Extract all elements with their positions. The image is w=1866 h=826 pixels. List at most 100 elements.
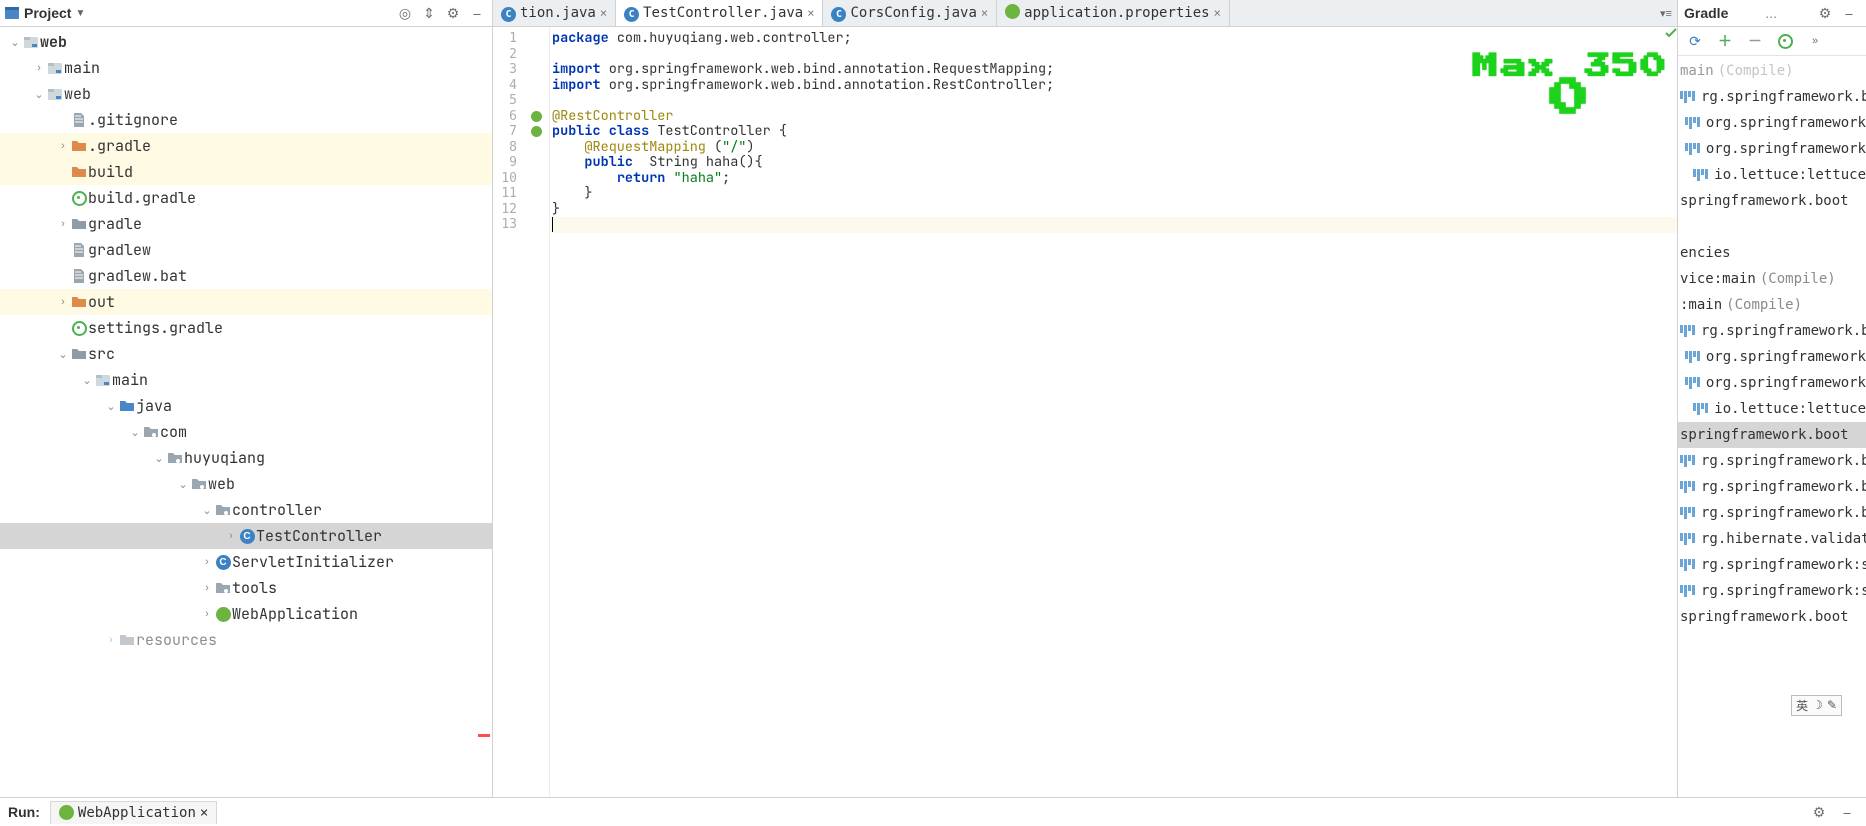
gradle-tree-row[interactable]: :main (Compile) <box>1678 292 1866 318</box>
gradle-tree[interactable]: main (Compile)rg.springframework.borg.sp… <box>1678 56 1866 797</box>
tree-arrow-icon[interactable]: › <box>104 634 118 646</box>
hide-icon[interactable]: ⎯ <box>466 2 488 24</box>
tree-arrow-icon[interactable]: › <box>200 582 214 594</box>
gradle-tree-row[interactable]: encies <box>1678 240 1866 266</box>
gradle-tree-row[interactable]: rg.springframework:s <box>1678 578 1866 604</box>
gradle-tree-row[interactable]: springframework.boot <box>1678 188 1866 214</box>
editor-tab[interactable]: CCorsConfig.java× <box>823 0 997 26</box>
gradle-tree-row[interactable]: main (Compile) <box>1678 58 1866 84</box>
tree-row[interactable]: ›main <box>0 55 492 81</box>
project-tree[interactable]: ⌄web›main⌄web.gitignore›.gradlebuildbuil… <box>0 27 492 797</box>
tree-arrow-icon[interactable]: ⌄ <box>128 426 142 439</box>
editor-tabs: Ction.java×CTestController.java×CCorsCon… <box>493 0 1677 27</box>
editor-tab[interactable]: application.properties× <box>997 0 1230 26</box>
tree-row[interactable]: ⌄controller <box>0 497 492 523</box>
tree-row[interactable]: ›WebApplication <box>0 601 492 627</box>
tree-arrow-icon[interactable]: › <box>200 556 214 568</box>
gradle-tree-row[interactable]: io.lettuce:lettuce <box>1678 396 1866 422</box>
tree-row[interactable]: gradlew <box>0 237 492 263</box>
tree-row[interactable]: ›CTestController <box>0 523 492 549</box>
close-icon[interactable]: × <box>981 6 988 20</box>
library-icon <box>1680 455 1695 467</box>
gradle-tree-row[interactable]: rg.springframework.b <box>1678 448 1866 474</box>
tree-row[interactable]: settings.gradle <box>0 315 492 341</box>
tree-row[interactable]: ⌄web <box>0 81 492 107</box>
tree-arrow-icon[interactable]: ⌄ <box>80 374 94 387</box>
run-config-tab[interactable]: WebApplication × <box>50 801 217 824</box>
gradle-tree-row[interactable]: org.springframework <box>1678 370 1866 396</box>
tree-row[interactable]: .gitignore <box>0 107 492 133</box>
tree-row[interactable]: ⌄java <box>0 393 492 419</box>
tree-arrow-icon[interactable]: ⌄ <box>32 88 46 101</box>
gradle-tree-row[interactable]: org.springframework <box>1678 110 1866 136</box>
tree-arrow-icon[interactable]: ⌄ <box>56 348 70 361</box>
tree-row[interactable]: ⌄com <box>0 419 492 445</box>
gradle-tree-row[interactable]: org.springframework <box>1678 344 1866 370</box>
gradle-tree-row[interactable]: io.lettuce:lettuce <box>1678 162 1866 188</box>
gradle-panel-title[interactable]: Gradle <box>1684 5 1728 21</box>
tree-arrow-icon[interactable]: ⌄ <box>104 400 118 413</box>
tree-arrow-icon[interactable]: › <box>56 140 70 152</box>
tree-label: gradlew.bat <box>88 266 187 286</box>
tree-arrow-icon[interactable]: ⌄ <box>200 504 214 517</box>
tree-arrow-icon[interactable]: › <box>224 530 238 542</box>
gradle-tree-row[interactable]: vice:main (Compile) <box>1678 266 1866 292</box>
add-icon[interactable]: ＋ <box>1714 30 1736 52</box>
tree-row[interactable]: build.gradle <box>0 185 492 211</box>
tree-row[interactable]: ›resources <box>0 627 492 653</box>
tree-row[interactable]: ⌄web <box>0 29 492 55</box>
expand-all-icon[interactable]: ⇕ <box>418 2 440 24</box>
gradle-tree-row[interactable]: rg.springframework.b <box>1678 500 1866 526</box>
gradle-tree-row[interactable]: springframework.boot <box>1678 422 1866 448</box>
remove-icon[interactable]: － <box>1744 30 1766 52</box>
hide-icon[interactable]: ⎯ <box>1836 801 1858 823</box>
tree-arrow-icon[interactable]: › <box>32 62 46 74</box>
tree-row[interactable]: ⌄web <box>0 471 492 497</box>
tree-row[interactable]: build <box>0 159 492 185</box>
tree-row[interactable]: ›CServletInitializer <box>0 549 492 575</box>
tree-arrow-icon[interactable]: ⌄ <box>176 478 190 491</box>
hide-icon[interactable]: ⎯ <box>1838 2 1860 24</box>
ime-indicator[interactable]: 英☽✎ <box>1791 695 1842 716</box>
tree-arrow-icon[interactable]: › <box>200 608 214 620</box>
close-icon[interactable]: × <box>1214 6 1221 20</box>
tree-row[interactable]: ›out <box>0 289 492 315</box>
gear-icon[interactable]: ⚙ <box>442 2 464 24</box>
tree-row[interactable]: ⌄main <box>0 367 492 393</box>
tree-row[interactable]: ⌄huyuqiang <box>0 445 492 471</box>
gradle-tree-row[interactable] <box>1678 214 1866 240</box>
gradle-exec-icon[interactable] <box>1774 30 1796 52</box>
tree-arrow-icon[interactable]: ⌄ <box>152 452 166 465</box>
tree-row[interactable]: ›tools <box>0 575 492 601</box>
tree-arrow-icon[interactable]: ⌄ <box>8 36 22 49</box>
gradle-tree-row[interactable]: rg.springframework.b <box>1678 474 1866 500</box>
gear-icon[interactable]: ⚙ <box>1808 801 1830 823</box>
locate-icon[interactable]: ◎ <box>394 2 416 24</box>
close-icon[interactable]: × <box>200 805 208 821</box>
gradle-tree-row[interactable]: rg.springframework.b <box>1678 318 1866 344</box>
gear-icon[interactable]: ⚙ <box>1814 2 1836 24</box>
gradle-tree-row[interactable]: rg.hibernate.validat <box>1678 526 1866 552</box>
gradle-tree-row[interactable]: rg.springframework.b <box>1678 84 1866 110</box>
gradle-tree-row[interactable]: springframework.boot <box>1678 604 1866 630</box>
expand-icon[interactable]: » <box>1804 30 1826 52</box>
project-panel-title[interactable]: Project ▼ <box>4 5 85 21</box>
editor-tab[interactable]: Ction.java× <box>493 0 616 26</box>
gradle-tree-row[interactable]: org.springframework <box>1678 136 1866 162</box>
tree-row[interactable]: ⌄src <box>0 341 492 367</box>
tabs-dropdown-icon[interactable]: ▾≡ <box>1655 2 1677 24</box>
tree-arrow-icon[interactable]: › <box>56 296 70 308</box>
tree-row[interactable]: gradlew.bat <box>0 263 492 289</box>
close-icon[interactable]: × <box>807 6 814 20</box>
refresh-icon[interactable]: ⟳ <box>1684 30 1706 52</box>
tree-arrow-icon[interactable]: › <box>56 218 70 230</box>
error-stripe[interactable] <box>1665 27 1677 797</box>
editor-tab[interactable]: CTestController.java× <box>616 0 823 26</box>
spring-gutter-icon[interactable] <box>531 111 542 122</box>
tree-row[interactable]: ›.gradle <box>0 133 492 159</box>
spring-gutter-icon[interactable] <box>531 126 542 137</box>
close-icon[interactable]: × <box>600 6 607 20</box>
gradle-tree-row[interactable]: rg.springframework:s <box>1678 552 1866 578</box>
tree-row[interactable]: ›gradle <box>0 211 492 237</box>
editor-code[interactable]: package com.huyuqiang.web.controller;imp… <box>550 27 1677 797</box>
